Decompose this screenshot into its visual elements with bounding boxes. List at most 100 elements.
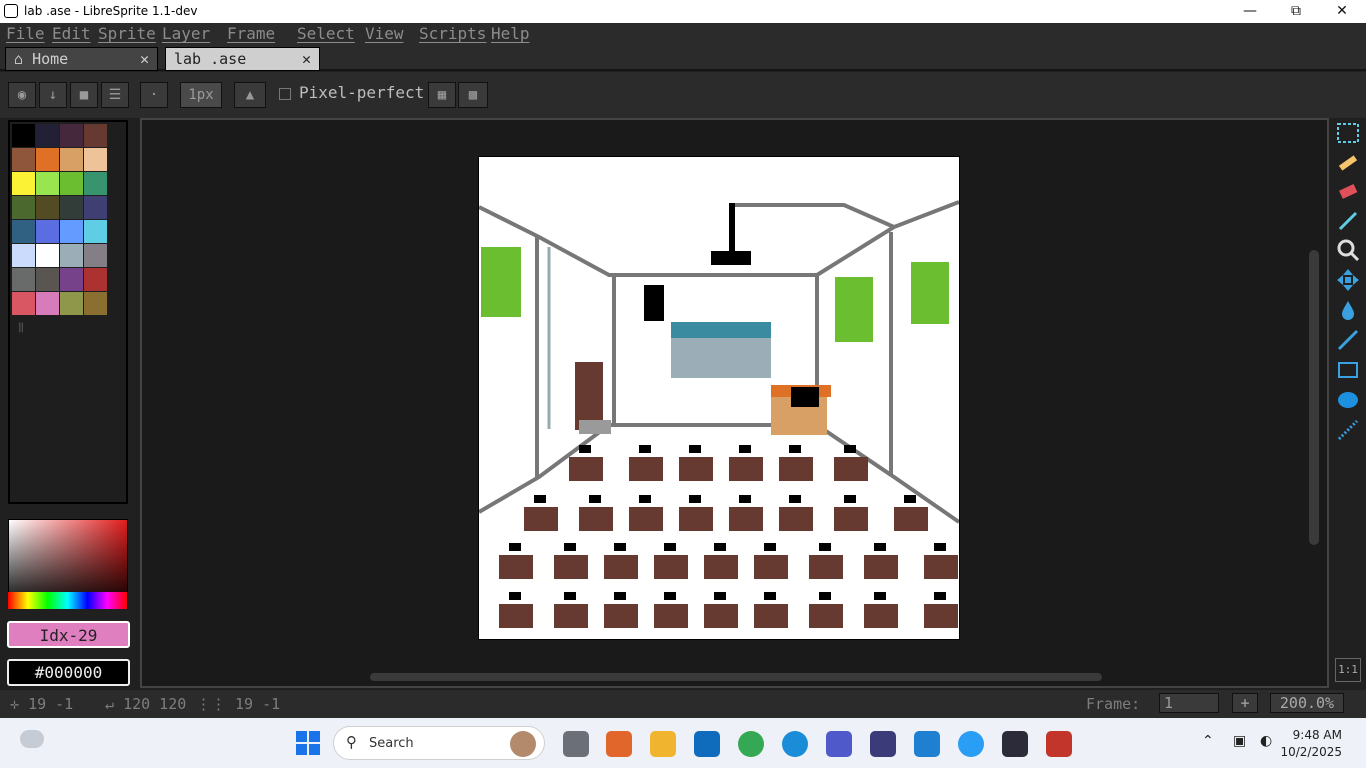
close-tab-icon[interactable]: ✕ <box>302 48 311 70</box>
menu-view[interactable]: View <box>365 24 404 43</box>
preview-icon[interactable]: ▩ <box>458 82 488 108</box>
snipping-tool-icon[interactable] <box>1046 731 1072 757</box>
pencil-icon[interactable] <box>1334 148 1362 176</box>
file-explorer-icon[interactable] <box>650 731 676 757</box>
horizontal-scrollbar[interactable] <box>370 673 1102 681</box>
network-icon[interactable]: ▣ <box>1233 733 1246 749</box>
palette-swatch[interactable] <box>60 148 83 171</box>
edge-dev-icon[interactable] <box>958 731 984 757</box>
copilot-icon[interactable] <box>606 731 632 757</box>
palette-swatch[interactable] <box>36 244 59 267</box>
palette-resize-icon[interactable]: ‖ <box>18 322 24 333</box>
menu-help[interactable]: Help <box>491 24 530 43</box>
add-frame-icon[interactable]: + <box>1232 693 1258 713</box>
menu-frame[interactable]: Frame <box>227 24 275 43</box>
menu-layer[interactable]: Layer <box>162 24 210 43</box>
palette-swatch[interactable] <box>36 292 59 315</box>
menu-sprite[interactable]: Sprite <box>98 24 156 43</box>
menu-scripts[interactable]: Scripts <box>419 24 486 43</box>
brush-dot-icon[interactable]: · <box>140 82 168 108</box>
symmetry-icon[interactable]: ▦ <box>428 82 456 108</box>
foreground-color-index[interactable]: Idx-29 <box>7 621 130 648</box>
outlook-icon[interactable] <box>694 731 720 757</box>
chrome-icon[interactable] <box>738 731 764 757</box>
weather-icon[interactable] <box>20 730 44 748</box>
palette-swatch[interactable] <box>36 172 59 195</box>
palette-swatch[interactable] <box>84 220 107 243</box>
edge-icon[interactable] <box>782 731 808 757</box>
palette-swatch[interactable] <box>12 244 35 267</box>
zoom-1-to-1-button[interactable]: 1:1 <box>1335 658 1361 682</box>
palette-swatch[interactable] <box>60 244 83 267</box>
sprite-canvas[interactable] <box>477 156 961 640</box>
pixel-perfect-checkbox[interactable] <box>279 88 291 100</box>
palette-swatch[interactable] <box>12 268 35 291</box>
teams-icon[interactable] <box>826 731 852 757</box>
menu-select[interactable]: Select <box>297 24 355 43</box>
tab-home[interactable]: ⌂ Home ✕ <box>5 47 158 71</box>
palette-swatch[interactable] <box>60 220 83 243</box>
libresprite-taskbar-icon[interactable] <box>1002 731 1028 757</box>
palette-swatch[interactable] <box>12 124 35 147</box>
brush-lines-icon[interactable]: ☰ <box>101 82 129 108</box>
background-color-hex[interactable]: #000000 <box>7 659 130 686</box>
minimize-icon[interactable]: — <box>1227 0 1273 23</box>
marquee-icon[interactable] <box>1334 119 1362 147</box>
palette-swatch[interactable] <box>84 148 107 171</box>
restore-icon[interactable]: ⧉ <box>1273 0 1319 23</box>
rectangle-icon[interactable] <box>1334 356 1362 384</box>
windows-start-icon[interactable] <box>296 731 320 755</box>
tab-lab-ase[interactable]: lab .ase ✕ <box>165 47 320 71</box>
taskbar-search[interactable]: ⚲ Search <box>333 726 545 760</box>
palette-swatch[interactable] <box>12 292 35 315</box>
palette-swatch[interactable] <box>84 244 107 267</box>
palette-swatch[interactable] <box>36 220 59 243</box>
palette-swatch[interactable] <box>12 220 35 243</box>
ink-icon[interactable]: ▲ <box>234 82 266 108</box>
menu-edit[interactable]: Edit <box>52 24 91 43</box>
palette-swatch[interactable] <box>12 172 35 195</box>
line-icon[interactable] <box>1334 326 1362 354</box>
palette-swatch[interactable] <box>60 172 83 195</box>
palette-swatch[interactable] <box>36 268 59 291</box>
palette-swatch[interactable] <box>12 148 35 171</box>
palette-swatch[interactable] <box>84 292 107 315</box>
eyedropper-icon[interactable] <box>1334 207 1362 235</box>
menu-file[interactable]: File <box>6 24 45 43</box>
paint-bucket-icon[interactable] <box>1334 296 1362 324</box>
palette-grid[interactable]: ‖ <box>8 120 128 504</box>
move-icon[interactable] <box>1334 266 1362 294</box>
zoom-icon[interactable] <box>1334 236 1362 264</box>
brush-down-icon[interactable]: ↓ <box>39 82 67 108</box>
taskbar-clock[interactable]: 9:48 AM 10/2/2025 <box>1280 727 1342 761</box>
close-icon[interactable]: ✕ <box>1319 0 1365 23</box>
frame-field[interactable]: 1 <box>1159 693 1219 713</box>
zoom-field[interactable]: 200.0% <box>1270 693 1344 713</box>
palette-swatch[interactable] <box>36 148 59 171</box>
canvas-area[interactable] <box>140 118 1329 688</box>
palette-swatch[interactable] <box>60 268 83 291</box>
tray-chevron-icon[interactable]: ⌃ <box>1202 733 1214 749</box>
task-view-icon[interactable] <box>563 731 589 757</box>
palette-swatch[interactable] <box>84 124 107 147</box>
palette-swatch[interactable] <box>84 268 107 291</box>
palette-swatch[interactable] <box>60 292 83 315</box>
palette-swatch[interactable] <box>60 124 83 147</box>
brush-type-icon[interactable]: ◉ <box>8 82 36 108</box>
hue-slider[interactable] <box>8 592 127 609</box>
vscode-icon[interactable] <box>914 731 940 757</box>
palette-swatch[interactable] <box>12 196 35 219</box>
ellipse-icon[interactable] <box>1334 386 1362 414</box>
contour-icon[interactable] <box>1334 416 1362 444</box>
palette-swatch[interactable] <box>84 172 107 195</box>
volume-icon[interactable]: ◐ <box>1260 733 1272 749</box>
palette-swatch[interactable] <box>36 124 59 147</box>
brush-square-icon[interactable]: ■ <box>70 82 98 108</box>
vertical-scrollbar[interactable] <box>1309 250 1319 545</box>
palette-swatch[interactable] <box>60 196 83 219</box>
brush-size-field[interactable]: 1px <box>180 82 222 108</box>
palette-swatch[interactable] <box>84 196 107 219</box>
eraser-icon[interactable] <box>1334 177 1362 205</box>
app-icon[interactable] <box>870 731 896 757</box>
palette-swatch[interactable] <box>36 196 59 219</box>
